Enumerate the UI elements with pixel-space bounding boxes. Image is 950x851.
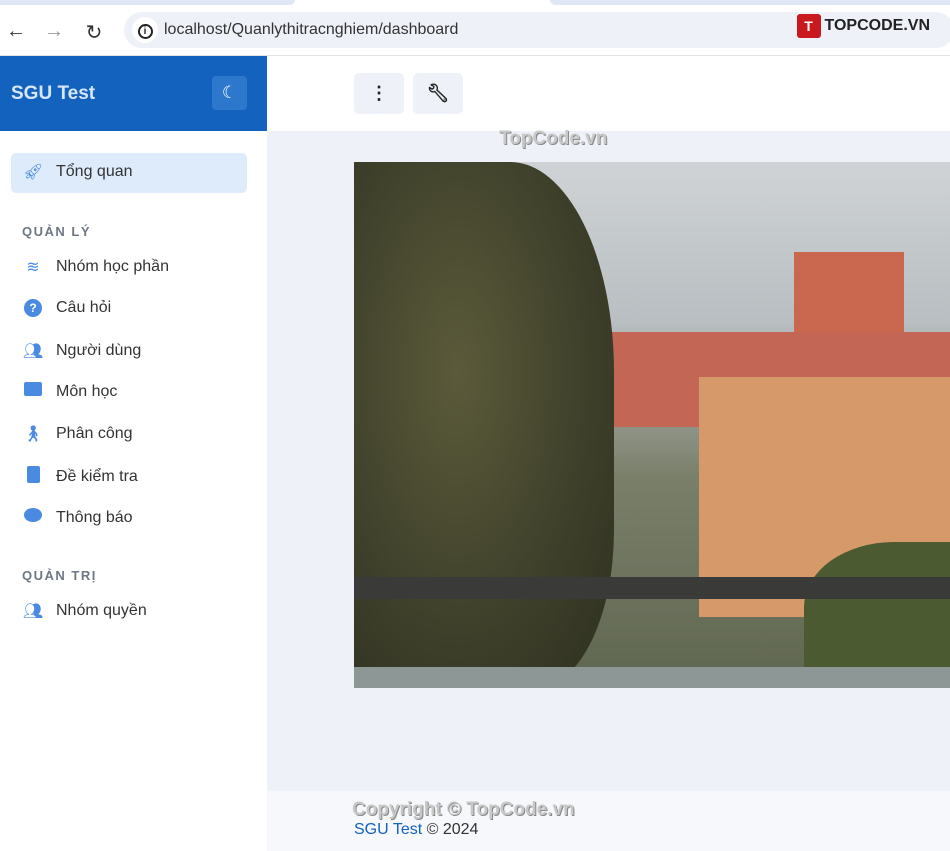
footer: Copyright © TopCode.vn SGU Test © 2024: [267, 791, 950, 851]
sidebar: SGU Test ☾ 🚀︎ Tổng quan QUẢN LÝ ≋ Nhóm học…: [0, 56, 267, 851]
copyright: SGU Test © 2024: [354, 821, 479, 838]
browser-toolbar: ← → ↻ i localhost/Quanlythitracnghiem/da…: [0, 8, 950, 56]
ellipsis-vertical-icon: ⋮: [370, 83, 388, 103]
page-header: ⋮ 🔧︎: [267, 56, 950, 131]
footer-watermark: Copyright © TopCode.vn: [352, 799, 575, 820]
sidebar-item-phan-cong[interactable]: 🚶︎ Phân công: [22, 424, 133, 444]
main-content: ⋮ 🔧︎ TopCode.vn Copyright © TopCode.vn S…: [267, 56, 950, 851]
file-icon: [22, 466, 44, 488]
dark-mode-toggle[interactable]: ☾: [212, 76, 247, 110]
sidebar-item-thong-bao[interactable]: Thông báo: [22, 508, 133, 527]
watermark: TopCode.vn: [499, 128, 608, 149]
assign-icon: 🚶︎: [22, 426, 44, 443]
section-title: QUẢN TRỊ: [22, 568, 97, 583]
settings-button[interactable]: 🔧︎: [413, 73, 463, 114]
campus-photo: [354, 162, 950, 688]
back-icon[interactable]: ←: [4, 20, 28, 43]
forward-icon[interactable]: →: [42, 20, 66, 43]
wrench-icon: 🔧︎: [426, 83, 450, 103]
folder-icon: [22, 382, 44, 401]
site-info-icon[interactable]: i: [132, 17, 158, 43]
sidebar-item-mon-hoc[interactable]: Môn học: [22, 382, 117, 401]
url-text[interactable]: localhost/Quanlythitracnghiem/dashboard: [164, 21, 458, 39]
sidebar-item-nhom-hoc-phan[interactable]: ≋ Nhóm học phần: [22, 257, 169, 277]
users-icon: 👥︎: [22, 343, 44, 360]
sidebar-header: SGU Test ☾: [0, 56, 267, 131]
layers-icon: ≋: [26, 259, 40, 276]
footer-brand-link[interactable]: SGU Test: [354, 821, 422, 838]
sidebar-item-tong-quan-content[interactable]: 🚀︎ Tổng quan: [22, 162, 133, 182]
question-circle-icon: ?: [22, 299, 44, 317]
section-title: QUẢN LÝ: [22, 224, 91, 239]
sidebar-item-de-kiem-tra[interactable]: Đề kiểm tra: [22, 466, 138, 488]
reload-icon[interactable]: ↻: [82, 20, 106, 45]
menu-button[interactable]: ⋮: [354, 73, 404, 114]
sidebar-item-nguoi-dung[interactable]: 👥︎ Người dùng: [22, 341, 141, 361]
moon-icon: ☾: [221, 83, 238, 102]
sidebar-item-nhom-quyen[interactable]: 👥︎ Nhóm quyền: [22, 601, 147, 621]
comment-icon: [22, 508, 44, 527]
brand-name[interactable]: SGU Test: [11, 83, 95, 105]
topcode-logo: T TOPCODE.VN: [796, 14, 930, 38]
sidebar-item-cau-hoi[interactable]: ? Câu hỏi: [22, 299, 111, 317]
browser-tab-strip: [0, 0, 950, 8]
rocket-icon: 🚀︎: [22, 164, 44, 181]
users-cog-icon: 👥︎: [22, 603, 44, 620]
